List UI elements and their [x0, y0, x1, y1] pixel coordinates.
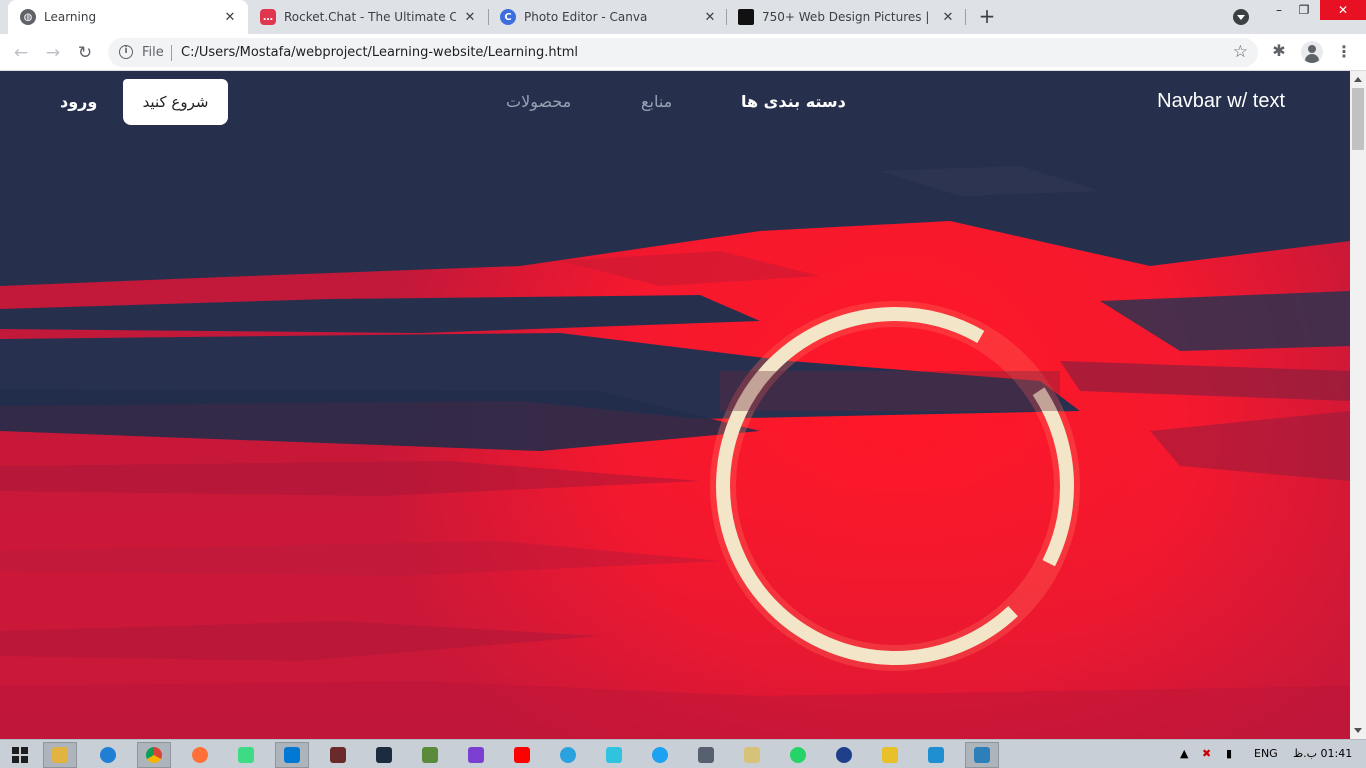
chrome-icon[interactable]: [137, 742, 171, 768]
omnibox-separator: [171, 45, 172, 61]
info-icon[interactable]: i: [119, 45, 133, 59]
telegram-icon[interactable]: [551, 742, 585, 768]
youtube-icon[interactable]: [505, 742, 539, 768]
page-scrollbar[interactable]: [1350, 71, 1366, 739]
new-tab-button[interactable]: +: [975, 5, 999, 29]
game-icon[interactable]: [689, 742, 723, 768]
visual-studio-icon[interactable]: [459, 742, 493, 768]
nav-link-resources[interactable]: منابع: [641, 92, 672, 111]
tray-overflow-icon[interactable]: ▲: [1180, 747, 1188, 760]
browser-toolbar: ← → ↻ i File C:/Users/Mostafa/webproject…: [0, 34, 1366, 71]
terminal-icon[interactable]: [321, 742, 355, 768]
close-window-button[interactable]: ✕: [1320, 0, 1366, 20]
tab-title: Photo Editor - Canva: [524, 10, 648, 24]
notes-icon[interactable]: [873, 742, 907, 768]
edge-icon[interactable]: [91, 742, 125, 768]
browser-menu-icon[interactable]: ⋮: [1336, 42, 1352, 62]
close-tab-icon[interactable]: ✕: [222, 9, 238, 25]
scrollbar-thumb[interactable]: [1352, 88, 1364, 150]
file-explorer-icon[interactable]: [43, 742, 77, 768]
language-indicator[interactable]: ENG: [1254, 747, 1278, 760]
reload-icon[interactable]: ↻: [73, 41, 97, 65]
tab-separator: [965, 9, 966, 25]
windows-taskbar: ▲ ✖ ▮ ENG 01:41 ب.ظ: [0, 739, 1366, 768]
globe-icon: ◍: [20, 9, 36, 25]
network-icon[interactable]: [367, 742, 401, 768]
vscode-icon[interactable]: [275, 742, 309, 768]
windows-start-icon[interactable]: [12, 747, 28, 763]
rocketchat-icon: …: [260, 9, 276, 25]
navbar-brand[interactable]: Navbar w/ text: [1157, 90, 1285, 113]
arduino-icon[interactable]: [827, 742, 861, 768]
hero-sunset-image: [0, 71, 1350, 739]
extensions-icon[interactable]: ✱: [1270, 42, 1288, 60]
network-status-icon[interactable]: ✖: [1202, 747, 1211, 760]
firefox-icon[interactable]: [183, 742, 217, 768]
nav-link-products[interactable]: محصولات: [506, 92, 571, 111]
scroll-up-arrow-icon[interactable]: [1354, 77, 1362, 82]
tab-learning[interactable]: ◍ Learning ✕: [8, 0, 248, 34]
scroll-down-arrow-icon[interactable]: [1354, 728, 1362, 733]
twitter-icon[interactable]: [643, 742, 677, 768]
tab-title: 750+ Web Design Pictures | Dow: [762, 10, 934, 24]
photos-icon[interactable]: [965, 742, 999, 768]
tab-web-design[interactable]: 750+ Web Design Pictures | Dow ✕: [726, 0, 966, 34]
tab-canva[interactable]: C Photo Editor - Canva ✕: [488, 0, 728, 34]
close-tab-icon[interactable]: ✕: [462, 9, 478, 25]
profile-avatar-icon[interactable]: [1301, 41, 1323, 63]
sync-icon[interactable]: [919, 742, 953, 768]
back-icon[interactable]: ←: [9, 41, 33, 65]
bookmark-star-icon[interactable]: ☆: [1233, 42, 1248, 62]
android-studio-icon[interactable]: [229, 742, 263, 768]
close-tab-icon[interactable]: ✕: [702, 9, 718, 25]
address-bar[interactable]: i File C:/Users/Mostafa/webproject/Learn…: [108, 38, 1258, 67]
url-text[interactable]: C:/Users/Mostafa/webproject/Learning-web…: [181, 45, 578, 60]
screen-icon[interactable]: [597, 742, 631, 768]
folder-icon[interactable]: [735, 742, 769, 768]
unsplash-icon: [738, 9, 754, 25]
get-started-button[interactable]: شروع کنید: [123, 79, 228, 125]
nav-link-categories[interactable]: دسته بندی ها: [741, 92, 846, 111]
tab-rocketchat[interactable]: … Rocket.Chat - The Ultimate Comm ✕: [248, 0, 488, 34]
tab-title: Rocket.Chat - The Ultimate Comm: [284, 10, 456, 24]
signal-icon[interactable]: ▮: [1226, 747, 1232, 760]
system-clock[interactable]: 01:41 ب.ظ: [1293, 747, 1352, 760]
tab-search-icon[interactable]: [1233, 9, 1249, 25]
whatsapp-icon[interactable]: [781, 742, 815, 768]
canva-icon: C: [500, 9, 516, 25]
site-navbar: Navbar w/ text دسته بندی ها منابع محصولا…: [0, 71, 1350, 131]
close-tab-icon[interactable]: ✕: [940, 9, 956, 25]
login-link[interactable]: ورود: [60, 92, 97, 111]
page-viewport: Navbar w/ text دسته بندی ها منابع محصولا…: [0, 71, 1350, 739]
scheme-label: File: [142, 45, 164, 60]
forward-icon[interactable]: →: [41, 41, 65, 65]
minecraft-icon[interactable]: [413, 742, 447, 768]
tab-strip: ◍ Learning ✕ … Rocket.Chat - The Ultimat…: [0, 0, 1366, 34]
tab-title: Learning: [44, 10, 97, 24]
